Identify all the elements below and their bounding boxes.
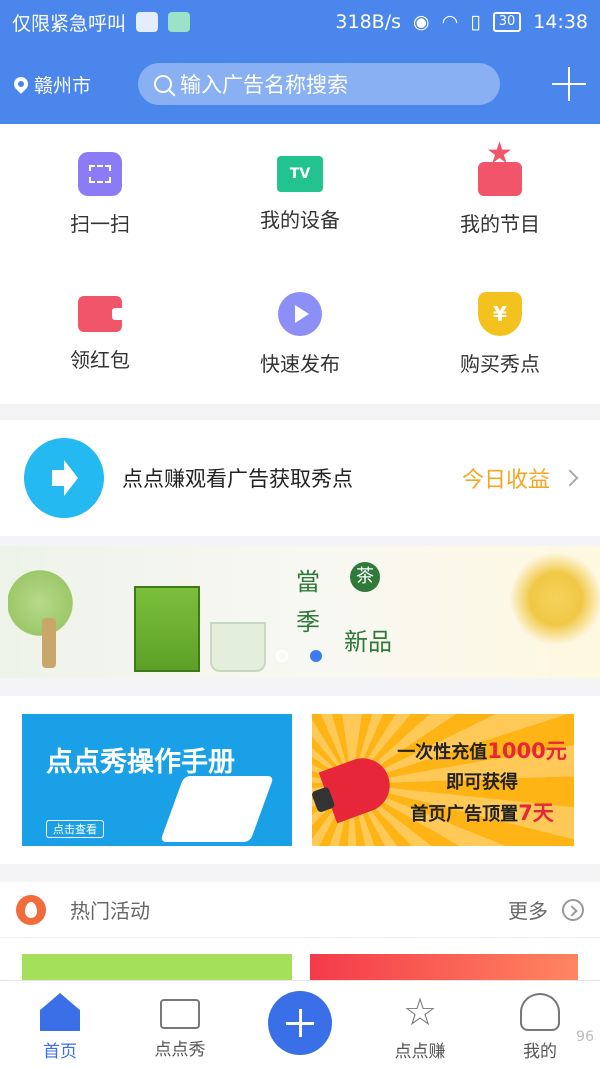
menu-item-scan[interactable]: 扫一扫 [0, 124, 200, 264]
tv-icon [160, 999, 200, 1029]
user-icon [520, 993, 560, 1031]
program-star-icon [478, 136, 522, 196]
publish-plus-button[interactable] [268, 991, 332, 1055]
menu-item-label: 购买秀点 [460, 351, 540, 376]
star-icon: ☆ [402, 990, 438, 1034]
tea-box-image [134, 586, 200, 672]
activity-card[interactable] [310, 954, 578, 982]
more-link[interactable]: 更多 [508, 895, 548, 924]
shield-icon [168, 12, 191, 32]
wifi-icon: ◠ [441, 11, 459, 33]
recharge-promo-card[interactable]: 一次性充值1000元 即可获得 首页广告顶置7天 [312, 714, 574, 846]
battery-indicator: 30 [492, 12, 522, 32]
tab-earn[interactable]: ☆ 点点赚 [360, 993, 480, 1062]
search-placeholder: 输入广告名称搜索 [180, 73, 348, 97]
yen-coin-icon: ¥ [478, 291, 522, 336]
carousel-dots [276, 650, 322, 662]
add-button[interactable] [552, 67, 586, 101]
menu-item-devices[interactable]: TV 我的设备 [200, 124, 400, 264]
phone-illustration [159, 776, 275, 842]
activity-card[interactable] [22, 954, 292, 982]
menu-item-programs[interactable]: 我的节目 [400, 124, 600, 264]
watermark: 96 [576, 1029, 594, 1045]
tab-home[interactable]: 首页 [0, 993, 120, 1062]
ginkgo-leaves-illustration [490, 546, 600, 678]
menu-item-buy-points[interactable]: ¥ 购买秀点 [400, 264, 600, 404]
speaker-icon [24, 438, 104, 518]
today-earnings-link[interactable]: 今日收益 [462, 462, 550, 494]
hot-activities-list [0, 938, 600, 982]
hot-activities-title: 热门活动 [70, 899, 150, 923]
menu-item-label: 快速发布 [260, 351, 340, 376]
search-input[interactable]: 输入广告名称搜索 [138, 63, 500, 105]
manual-view-link[interactable]: 点击查看 [46, 820, 104, 838]
chevron-right-icon [561, 469, 579, 487]
menu-item-label: 领红包 [70, 347, 130, 372]
message-icon [136, 12, 159, 32]
wallet-icon [78, 295, 124, 332]
tab-label: 我的 [523, 1042, 557, 1062]
location-label: 赣州市 [34, 74, 92, 97]
manual-title: 点点秀操作手册 [46, 747, 235, 778]
menu-item-quick-publish[interactable]: 快速发布 [200, 264, 400, 404]
search-icon [154, 75, 172, 93]
banner-carousel[interactable]: 當 茶 季 新品 [0, 546, 600, 678]
eye-icon: ◉ [413, 11, 430, 33]
sim-icon: ▯ [470, 11, 481, 33]
hot-activities-header: 热门活动 更多 [0, 882, 600, 938]
network-speed: 318B/s [335, 11, 402, 33]
tree-illustration [8, 568, 88, 668]
earn-bar[interactable]: 点点赚观看广告获取秀点 今日收益 [0, 420, 600, 536]
scan-icon [78, 151, 122, 196]
flame-icon [16, 894, 46, 925]
tab-mine[interactable]: 我的 [480, 993, 600, 1062]
location-pin-icon [11, 74, 31, 94]
promo-row: 点点秀操作手册 点击查看 一次性充值1000元 即可获得 首页广告顶置7天 [0, 696, 600, 864]
play-icon [278, 291, 322, 336]
feature-grid: 扫一扫 TV 我的设备 我的节目 领红包 快速发布 ¥ 购买秀点 [0, 124, 600, 404]
tab-label: 首页 [43, 1042, 77, 1062]
status-bar: 仅限紧急呼叫 318B/s ◉ ◠ ▯ 30 14:38 [0, 0, 600, 44]
tab-label: 点点秀 [154, 1040, 206, 1060]
tv-icon: TV [277, 155, 323, 192]
circle-chevron-right-icon[interactable] [562, 898, 584, 921]
clock: 14:38 [533, 11, 588, 33]
bottom-tab-bar: 首页 点点秀 ☆ 点点赚 我的 96 [0, 980, 600, 1067]
menu-item-label: 扫一扫 [70, 211, 130, 236]
menu-item-red-packet[interactable]: 领红包 [0, 264, 200, 404]
tab-show[interactable]: 点点秀 [120, 993, 240, 1060]
location-selector[interactable]: 赣州市 [11, 71, 138, 98]
carousel-dot[interactable] [276, 650, 288, 662]
tab-label: 点点赚 [394, 1042, 446, 1062]
tea-cup-image [210, 622, 266, 672]
recharge-text: 一次性充值1000元 即可获得 首页广告顶置7天 [397, 739, 567, 825]
carousel-dot-active[interactable] [310, 650, 322, 662]
menu-item-label: 我的节目 [460, 211, 540, 236]
manual-promo-card[interactable]: 点点秀操作手册 点击查看 [22, 714, 292, 846]
carrier-text: 仅限紧急呼叫 [12, 12, 127, 35]
earn-text: 点点赚观看广告获取秀点 [122, 467, 353, 491]
home-icon [40, 993, 80, 1031]
menu-item-label: 我的设备 [260, 207, 340, 232]
app-header: 赣州市 输入广告名称搜索 [0, 44, 600, 124]
